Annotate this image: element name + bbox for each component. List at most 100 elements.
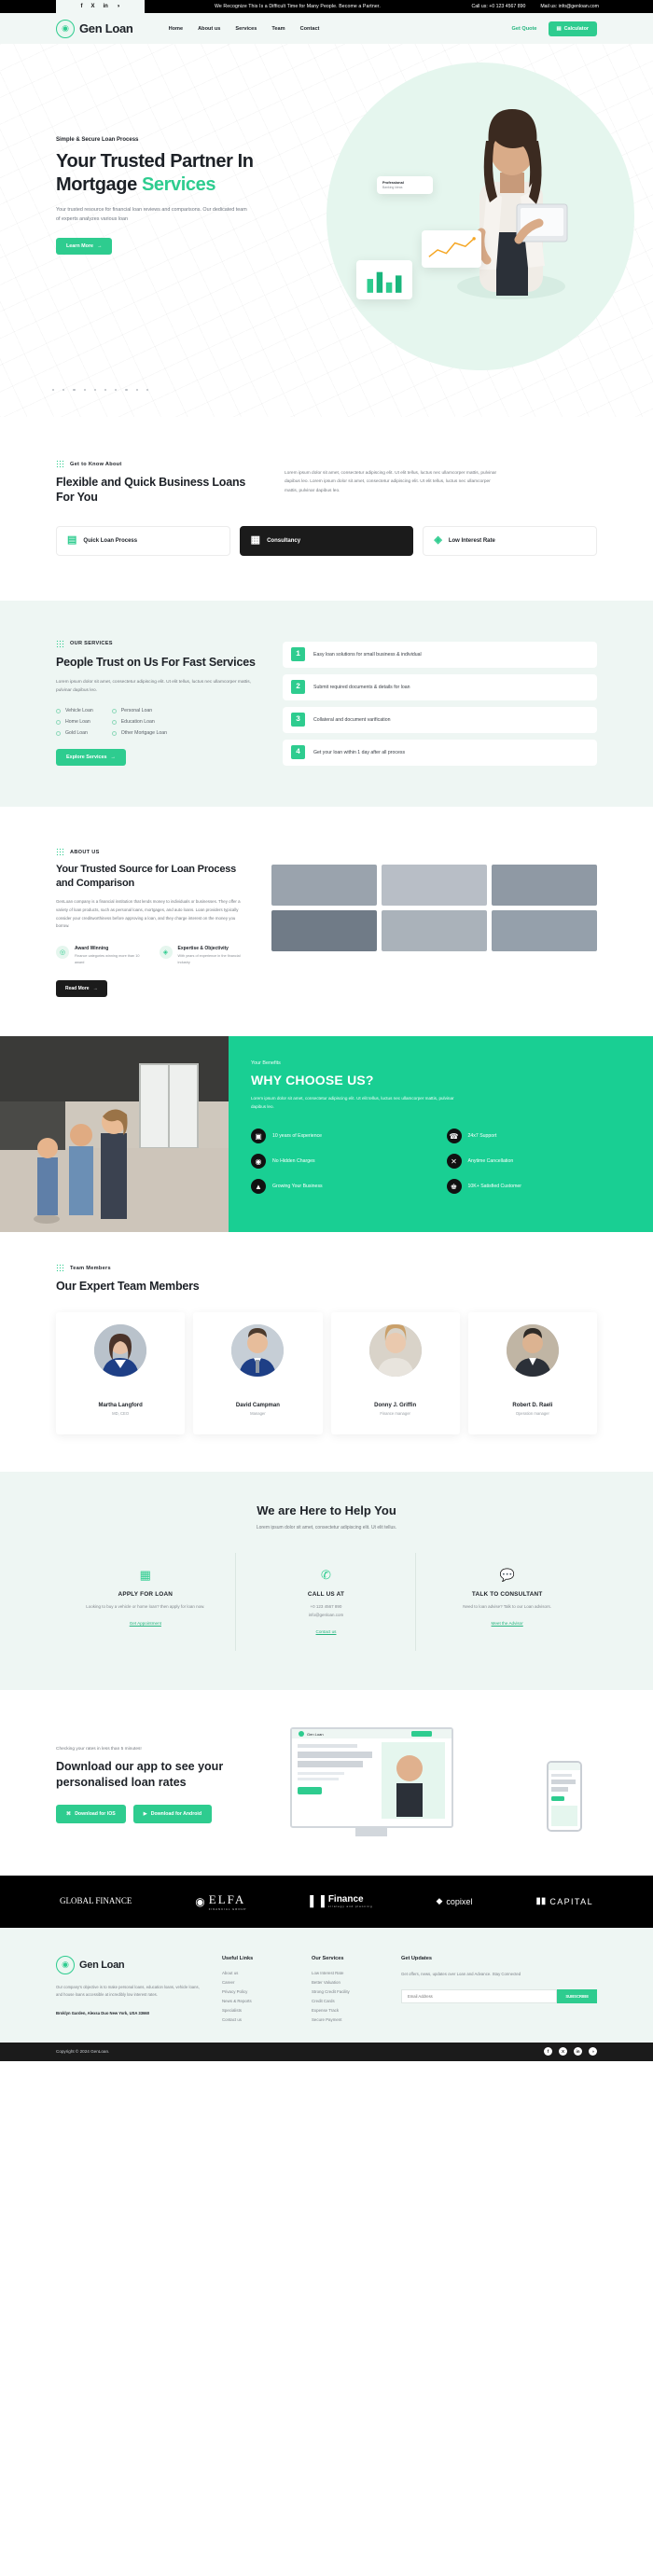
read-more-button[interactable]: Read More → bbox=[56, 980, 107, 998]
service-item[interactable]: Other Mortgage Loan bbox=[111, 730, 167, 736]
email-input[interactable] bbox=[401, 1988, 558, 2003]
contact-us-link[interactable]: Contact us bbox=[316, 1629, 337, 1634]
meet-advisor-link[interactable]: Meet the Advisor bbox=[492, 1621, 523, 1626]
facebook-icon[interactable]: f bbox=[81, 4, 83, 9]
dots-icon bbox=[56, 848, 64, 857]
site-footer: ◉ Gen Loan Our company's objective is to… bbox=[0, 1927, 653, 2043]
services-steps: 1 Easy loan solutions for small business… bbox=[283, 640, 597, 767]
chat-icon: 💬 bbox=[499, 1568, 515, 1583]
footer-link[interactable]: Career bbox=[222, 1980, 295, 1985]
why-benefit: ▲ Growing Your Business bbox=[251, 1179, 434, 1195]
footer-brand-name: Gen Loan bbox=[79, 1959, 125, 1971]
calculator-button[interactable]: ▤ Calculator bbox=[548, 21, 597, 36]
nav-item-home[interactable]: Home bbox=[169, 26, 184, 32]
dribbble-icon[interactable]: ◑ bbox=[117, 4, 120, 9]
team-card[interactable]: Martha Langford MD, CEO bbox=[56, 1312, 186, 1435]
footer-about-text: Our company's objective is to make perso… bbox=[56, 1984, 200, 1997]
badge-title: Award Winning bbox=[75, 946, 109, 952]
dots-icon bbox=[56, 639, 64, 648]
logo-copixel: ◆ copixel bbox=[436, 1896, 472, 1906]
phone-mockup bbox=[547, 1760, 582, 1832]
team-grid: Martha Langford MD, CEO David Campman Ma… bbox=[56, 1312, 597, 1435]
explore-services-button[interactable]: Explore Services → bbox=[56, 749, 126, 767]
service-item[interactable]: Gold Loan bbox=[56, 730, 93, 736]
check-icon bbox=[56, 730, 61, 736]
get-quote-link[interactable]: Get Quote bbox=[511, 26, 536, 32]
dots-icon bbox=[56, 1264, 64, 1273]
pill-quick-loan-process[interactable]: ▤ Quick Loan Process bbox=[56, 525, 230, 556]
why-benefit-label: Growing Your Business bbox=[272, 1184, 323, 1190]
footer-link[interactable]: Secure Payment bbox=[312, 2017, 384, 2022]
logo-finance-sub: strategy and planning bbox=[327, 1904, 373, 1909]
logo-icon: ◉ bbox=[56, 1955, 75, 1974]
footer-link[interactable]: Expense Track bbox=[312, 2008, 384, 2013]
badge-expertise: ◈ Expertise & Objectivity With years of … bbox=[159, 946, 248, 965]
check-icon bbox=[56, 708, 61, 713]
help-card-desc: Need to loan advise? Talk to our Loan ad… bbox=[463, 1604, 552, 1610]
download-android-button[interactable]: ▶ Download for Android bbox=[132, 1805, 212, 1824]
money-icon: ◉ bbox=[251, 1154, 266, 1170]
logo-capital-text: CAPITAL bbox=[549, 1896, 593, 1906]
twitter-x-icon[interactable]: X bbox=[559, 2047, 567, 2057]
footer-link[interactable]: Credit Cards bbox=[312, 1999, 384, 2003]
aboutus-title: Your Trusted Source for Loan Process and… bbox=[56, 864, 237, 889]
learn-more-button[interactable]: Learn More → bbox=[56, 237, 113, 255]
footer-link[interactable]: Privacy Policy bbox=[222, 1989, 295, 1994]
footer-brand[interactable]: ◉ Gen Loan bbox=[56, 1955, 205, 1974]
footer-link[interactable]: Strong Credit Facility bbox=[312, 1989, 384, 1994]
hero-section: Professional Banking Ideas Simple & Secu… bbox=[0, 44, 653, 417]
check-icon bbox=[56, 719, 61, 725]
email-text[interactable]: Mail us: info@genloan.com bbox=[540, 4, 599, 9]
nav-item-about[interactable]: About us bbox=[198, 26, 220, 32]
arrow-right-icon: → bbox=[92, 986, 98, 992]
team-card[interactable]: Robert D. Raeli Operation manager bbox=[467, 1312, 597, 1435]
hero-title: Your Trusted Partner In Mortgage Service… bbox=[56, 150, 280, 197]
download-ios-button[interactable]: ⌘ Download for IOS bbox=[56, 1805, 126, 1824]
nav-item-team[interactable]: Team bbox=[271, 26, 285, 32]
pill-consultancy[interactable]: ▦ Consultancy bbox=[239, 525, 414, 556]
services-eyebrow: OUR SERVICES bbox=[56, 639, 257, 648]
service-item[interactable]: Vehicle Loan bbox=[56, 708, 93, 713]
twitter-x-icon[interactable]: X bbox=[91, 4, 95, 9]
footer-services-col: Our Services Low Interest Rate Better Va… bbox=[312, 1956, 384, 2022]
footer-link[interactable]: Low Interest Rate bbox=[312, 1971, 384, 1975]
dots-icon bbox=[56, 460, 64, 468]
linkedin-icon[interactable]: in bbox=[574, 2047, 582, 2057]
nav-item-contact[interactable]: Contact bbox=[300, 26, 320, 32]
footer-link[interactable]: News & Reports bbox=[222, 1999, 295, 2003]
pill-low-interest-rate[interactable]: ◈ Low Interest Rate bbox=[423, 525, 598, 556]
service-item[interactable]: Home Loan bbox=[56, 719, 93, 725]
footer-link[interactable]: Specialists bbox=[222, 2008, 295, 2013]
nav-item-services[interactable]: Services bbox=[235, 26, 257, 32]
footer-useful-head: Useful Links bbox=[222, 1955, 254, 1961]
android-icon: ▶ bbox=[143, 1811, 147, 1818]
why-benefit: ◉ No Hidden Charges bbox=[251, 1154, 434, 1170]
service-item[interactable]: Education Loan bbox=[111, 719, 167, 725]
badge-desc: Finance categories winning more than 10 … bbox=[75, 954, 140, 964]
logo-capital: ▮▮ CAPITAL bbox=[535, 1896, 593, 1906]
aboutus-eyebrow-text: ABOUT US bbox=[70, 849, 100, 855]
desktop-mockup: Gen Loan bbox=[290, 1726, 453, 1828]
gallery-image bbox=[271, 910, 377, 952]
help-card-consultant: 💬 TALK TO CONSULTANT Need to loan advise… bbox=[417, 1553, 597, 1650]
service-item[interactable]: Personal Loan bbox=[111, 708, 167, 713]
help-subtitle: Lorem ipsum dolor sit amet, consectetur … bbox=[256, 1525, 397, 1531]
facebook-icon[interactable]: f bbox=[544, 2047, 552, 2057]
cheque-icon: ▤ bbox=[67, 534, 77, 546]
newsletter-form: SUBSCRIBE bbox=[401, 1988, 597, 2003]
team-card[interactable]: David Campman Manager bbox=[193, 1312, 323, 1435]
footer-link[interactable]: Contact us bbox=[222, 2017, 295, 2022]
footer-services-links: Low Interest Rate Better Valuation Stron… bbox=[312, 1971, 384, 2022]
footer-link[interactable]: Better Valuation bbox=[312, 1980, 384, 1985]
team-card[interactable]: Donny J. Griffin Finance manager bbox=[330, 1312, 460, 1435]
subscribe-button[interactable]: SUBSCRIBE bbox=[557, 1988, 597, 2003]
brand-logo[interactable]: ◉ Gen Loan bbox=[56, 19, 133, 38]
about-eyebrow: Get to Know About bbox=[56, 460, 257, 468]
get-appointment-link[interactable]: Get Appointment bbox=[130, 1621, 161, 1626]
footer-link[interactable]: About us bbox=[222, 1971, 295, 1975]
phone-text[interactable]: Call us: +0 123 4567 890 bbox=[472, 4, 526, 9]
app-eyebrow: Checking your rates in less than 5 minut… bbox=[56, 1746, 142, 1752]
why-eyebrow: Your Benefits bbox=[251, 1060, 281, 1067]
dribbble-icon[interactable]: ◑ bbox=[589, 2047, 597, 2057]
linkedin-icon[interactable]: in bbox=[104, 4, 108, 9]
